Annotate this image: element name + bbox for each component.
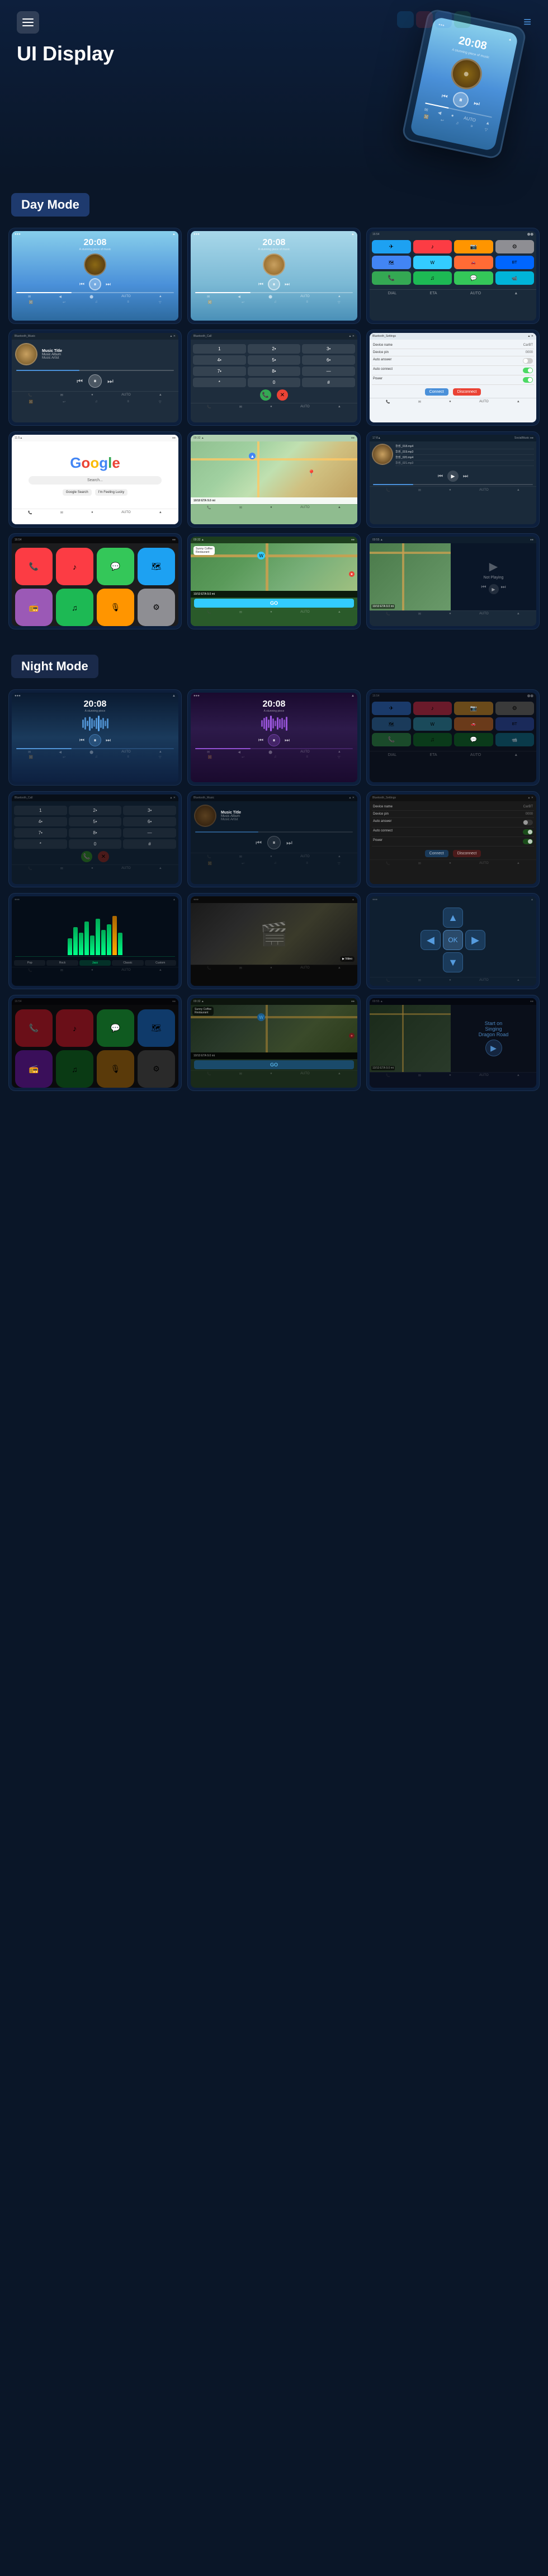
day-music-screen-1: ●●●▲ 20:08 A stunning piece of music ⏮ ⏸… <box>8 228 182 324</box>
night-eq-inner: ●●●▲ <box>12 896 178 986</box>
day-bt-music-screen: Bluetooth_Music▲ ✕ Music Title Music Alb… <box>8 330 182 426</box>
night-carplay-inner: 16:54●● 📞 ♪ 💬 🗺 📻 ♫ 🎙 ⚙ 📞✉●AUTO▲ <box>12 998 178 1088</box>
night-video-screen: ●●●▲ 🎬 ▶ Video 📞✉●AUTO▲ <box>187 893 361 989</box>
night-mode-row-3: ●●●▲ <box>0 893 548 989</box>
day-mode-label: Day Mode <box>11 193 89 217</box>
day-map-screen: 00:32 ▲●● ▲ 📍 10/10 ETA 9.0 mi 📞✉●AUTO▲ <box>187 431 361 528</box>
day-not-playing-screen: 00:55 ▲●● 10/10 ETA 9.0 mi ▶ Not Playing <box>366 533 540 629</box>
day-carplay-inner: 16:54●● 📞 ♪ 💬 🗺 📻 ♫ 🎙 ⚙ 📞✉●AUTO▲ <box>12 537 178 626</box>
day-bt-call-screen: Bluetooth_Call▲ ✕ 1 2• 3• 4• 5• 6• 7• 8•… <box>187 330 361 426</box>
night-music-screen-2: ●●●▲ 20:08 A stunning piece <box>187 689 361 786</box>
night-bt-call-screen: Bluetooth_Call▲ ✕ 1 2• 3• 4• 5• 6• 7• 8•… <box>8 791 182 887</box>
night-music-1-inner: ●●●▲ 20:08 A stunning piece <box>12 693 178 782</box>
night-music-title: Music Title <box>221 811 241 815</box>
day-mode-row-2: Bluetooth_Music▲ ✕ Music Title Music Alb… <box>0 330 548 426</box>
day-music-1-screen: ●●●▲ 20:08 A stunning piece of music ⏮ ⏸… <box>12 231 178 321</box>
night-music-album: Music Album <box>221 815 241 818</box>
day-waze-inner: 00:32 ▲●● W Sunny CoffeeRestaurant ★ 10/… <box>191 537 357 626</box>
night-carplay-screen: 16:54●● 📞 ♪ 💬 🗺 📻 ♫ 🎙 ⚙ 📞✉●AUTO▲ <box>8 995 182 1091</box>
night-bt-music-inner: Bluetooth_Music▲ ✕ Music Title Music Alb… <box>191 795 357 884</box>
night-bt-music-screen: Bluetooth_Music▲ ✕ Music Title Music Alb… <box>187 791 361 887</box>
day-google-inner: 11:5▲●● Google Search... Google Search I… <box>12 435 178 524</box>
night-apps-inner: 16:54⬤⬤ ✈ ♪ 📷 ⚙ 🗺 W 🚗 BT 📞 ♫ 💬 📹 <box>370 693 536 782</box>
day-carplay-screen: 16:54●● 📞 ♪ 💬 🗺 📻 ♫ 🎙 ⚙ 📞✉●AUTO▲ <box>8 533 182 629</box>
day-not-playing-inner: 00:55 ▲●● 10/10 ETA 9.0 mi ▶ Not Playing <box>370 537 536 626</box>
day-google-screen: 11:5▲●● Google Search... Google Search I… <box>8 431 182 528</box>
day-mode-section: Day Mode ●●●▲ 20:08 A stunning piece of … <box>0 179 548 641</box>
night-not-playing-inner: 00:55 ▲●● 10/10 ETA 9.0 mi Start onSingi… <box>370 998 536 1088</box>
day-bt-music-inner: Bluetooth_Music▲ ✕ Music Title Music Alb… <box>12 333 178 422</box>
day-bt-call-inner: Bluetooth_Call▲ ✕ 1 2• 3• 4• 5• 6• 7• 8•… <box>191 333 357 422</box>
night-music-2-inner: ●●●▲ 20:08 A stunning piece <box>191 693 357 782</box>
day-local-music-inner: 17:8▲SocialMusic ●● 华乐_018.mp4 华乐_019.mp… <box>370 435 536 524</box>
day-mode-row-4: 16:54●● 📞 ♪ 💬 🗺 📻 ♫ 🎙 ⚙ 📞✉●AUTO▲ <box>0 533 548 629</box>
night-nav-controls-screen: ●●●▲ ▲ ◀ OK ▶ ▼ 📞✉●AUTO▲ <box>366 893 540 989</box>
day-apps-inner: 16:54⬤⬤ ✈ ♪ 📷 ⚙ 🗺 W 🚗 BT 📞 ♫ 💬 📹 <box>370 231 536 321</box>
day-apps-screen: 16:54⬤⬤ ✈ ♪ 📷 ⚙ 🗺 W 🚗 BT 📞 ♫ 💬 📹 <box>366 228 540 324</box>
night-waze-screen: 00:32 ▲●● W Sunny CoffeeRestaurant ★ 10/… <box>187 995 361 1091</box>
night-video-inner: ●●●▲ 🎬 ▶ Video 📞✉●AUTO▲ <box>191 896 357 986</box>
night-eq-screen: ●●●▲ <box>8 893 182 989</box>
day-map-inner: 00:32 ▲●● ▲ 📍 10/10 ETA 9.0 mi 📞✉●AUTO▲ <box>191 435 357 524</box>
night-mode-section: Night Mode ●●●▲ 20:08 A stunning piece <box>0 641 548 1102</box>
footer-spacer <box>0 1102 548 1125</box>
night-bt-call-inner: Bluetooth_Call▲ ✕ 1 2• 3• 4• 5• 6• 7• 8•… <box>12 795 178 884</box>
menu-button[interactable] <box>17 11 39 34</box>
day-mode-row-1: ●●●▲ 20:08 A stunning piece of music ⏮ ⏸… <box>0 228 548 324</box>
night-waze-inner: 00:32 ▲●● W Sunny CoffeeRestaurant ★ 10/… <box>191 998 357 1088</box>
night-mode-row-4: 16:54●● 📞 ♪ 💬 🗺 📻 ♫ 🎙 ⚙ 📞✉●AUTO▲ <box>0 995 548 1091</box>
night-nav-controls-inner: ●●●▲ ▲ ◀ OK ▶ ▼ 📞✉●AUTO▲ <box>370 896 536 986</box>
night-not-playing-screen: 00:55 ▲●● 10/10 ETA 9.0 mi Start onSingi… <box>366 995 540 1091</box>
day-bt-settings-screen: Bluetooth_Settings▲ ✕ Device nameCarBT D… <box>366 330 540 426</box>
night-mode-row-1: ●●●▲ 20:08 A stunning piece <box>0 689 548 786</box>
night-music-screen-1: ●●●▲ 20:08 A stunning piece <box>8 689 182 786</box>
day-waze-screen: 00:32 ▲●● W Sunny CoffeeRestaurant ★ 10/… <box>187 533 361 629</box>
night-mode-label: Night Mode <box>11 655 98 678</box>
day-local-music-screen: 17:8▲SocialMusic ●● 华乐_018.mp4 华乐_019.mp… <box>366 431 540 528</box>
hamburger-icon <box>22 18 34 26</box>
night-bt-settings-inner: Bluetooth_Settings▲ ✕ Device nameCarBT D… <box>370 795 536 884</box>
night-apps-screen: 16:54⬤⬤ ✈ ♪ 📷 ⚙ 🗺 W 🚗 BT 📞 ♫ 💬 📹 <box>366 689 540 786</box>
day-music-2-screen: ●●●▲ 20:08 A stunning piece of music ⏮ ⏸… <box>191 231 357 321</box>
day-music-screen-2: ●●●▲ 20:08 A stunning piece of music ⏮ ⏸… <box>187 228 361 324</box>
day-bt-settings-inner: Bluetooth_Settings▲ ✕ Device nameCarBT D… <box>370 333 536 422</box>
night-mode-row-2: Bluetooth_Call▲ ✕ 1 2• 3• 4• 5• 6• 7• 8•… <box>0 791 548 887</box>
day-mode-row-3: 11:5▲●● Google Search... Google Search I… <box>0 431 548 528</box>
night-bt-settings-screen: Bluetooth_Settings▲ ✕ Device nameCarBT D… <box>366 791 540 887</box>
night-music-artist: Music Artist <box>221 818 241 821</box>
page-header: ≡ UI Display ●●●▲ 20:08 A stunning piece… <box>0 0 548 179</box>
